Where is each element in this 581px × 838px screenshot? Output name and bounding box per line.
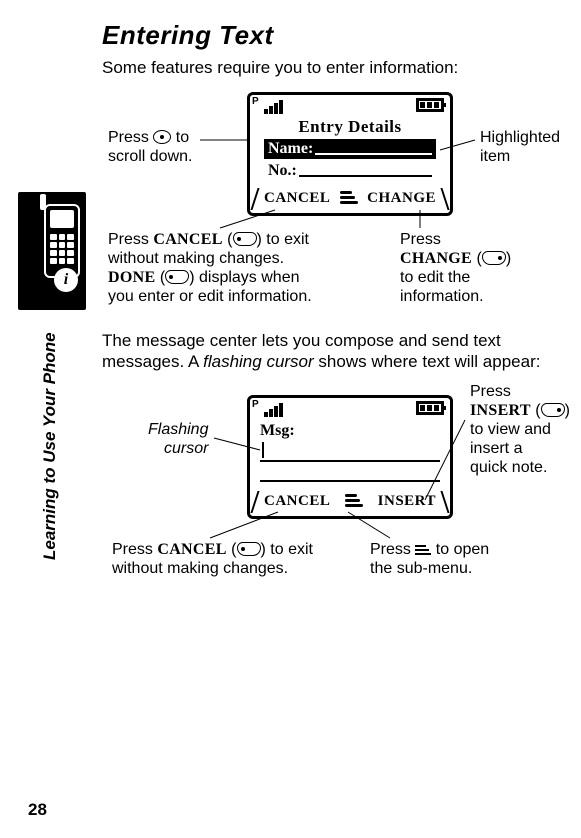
section-label: Learning to Use Your Phone (40, 332, 60, 560)
field-name-underline (315, 139, 432, 155)
screen-title: Entry Details (250, 117, 450, 137)
menu-icon[interactable] (340, 191, 358, 205)
callout-highlighted: Highlighted item (480, 128, 560, 166)
softkey-cancel[interactable]: CANCEL (256, 190, 338, 207)
right-softkey-icon (482, 251, 506, 265)
callout-cancel-done: Press CANCEL () to exit without making c… (108, 230, 312, 306)
softkey-change[interactable]: CHANGE (359, 190, 444, 207)
left-softkey-icon (165, 270, 189, 284)
page-number: 28 (28, 800, 47, 820)
softkey-insert[interactable]: INSERT (370, 493, 444, 510)
battery-icon (416, 401, 444, 415)
callout-change: Press CHANGE () to edit the information. (400, 230, 511, 306)
left-softkey-icon (233, 232, 257, 246)
field-no: No.: (264, 161, 436, 181)
text-line (260, 460, 440, 462)
phone-screen-msg: P Msg: CANCEL INSERT (247, 395, 453, 519)
phone-screen-entry-details: P Entry Details Name: No.: CANCEL CHANGE (247, 92, 453, 216)
callout-menu: Press to open the sub-menu. (370, 540, 489, 578)
msg-label: Msg: (260, 422, 295, 440)
left-softkey-icon (237, 542, 261, 556)
menu-icon[interactable] (345, 494, 363, 508)
callout-flashing-cursor: Flashing cursor (148, 420, 208, 458)
text-line (260, 480, 440, 482)
navigation-key-icon (153, 130, 171, 144)
callout-cancel-2: Press CANCEL () to exit without making c… (112, 540, 313, 578)
status-bar: P (250, 398, 450, 420)
page-title: Entering Text (102, 20, 274, 51)
softkey-cancel[interactable]: CANCEL (256, 493, 338, 510)
field-name-label: Name: (268, 139, 313, 159)
softkey-bar: CANCEL CHANGE (256, 187, 444, 209)
callout-insert: Press INSERT () to view and insert a qui… (470, 382, 570, 477)
right-softkey-icon (541, 403, 565, 417)
phone-illustration-icon (44, 204, 80, 278)
info-bubble-icon: i (54, 268, 78, 292)
manual-page: Entering Text Some features require you … (0, 0, 581, 838)
signal-bars-icon (256, 401, 286, 417)
info-sidebar-icon: i (18, 192, 86, 310)
callout-scroll: Press to scroll down. (108, 128, 192, 166)
field-name-highlighted: Name: (264, 139, 436, 159)
softkey-bar: CANCEL INSERT (256, 490, 444, 512)
flashing-cursor (262, 442, 264, 458)
field-no-underline (299, 161, 432, 177)
menu-key-icon (415, 545, 431, 555)
paragraph-message-center: The message center lets you compose and … (102, 330, 571, 372)
signal-bars-icon (256, 98, 286, 114)
battery-icon (416, 98, 444, 112)
status-bar: P (250, 95, 450, 117)
field-no-label: No.: (268, 161, 297, 181)
intro-text: Some features require you to enter infor… (102, 58, 458, 78)
